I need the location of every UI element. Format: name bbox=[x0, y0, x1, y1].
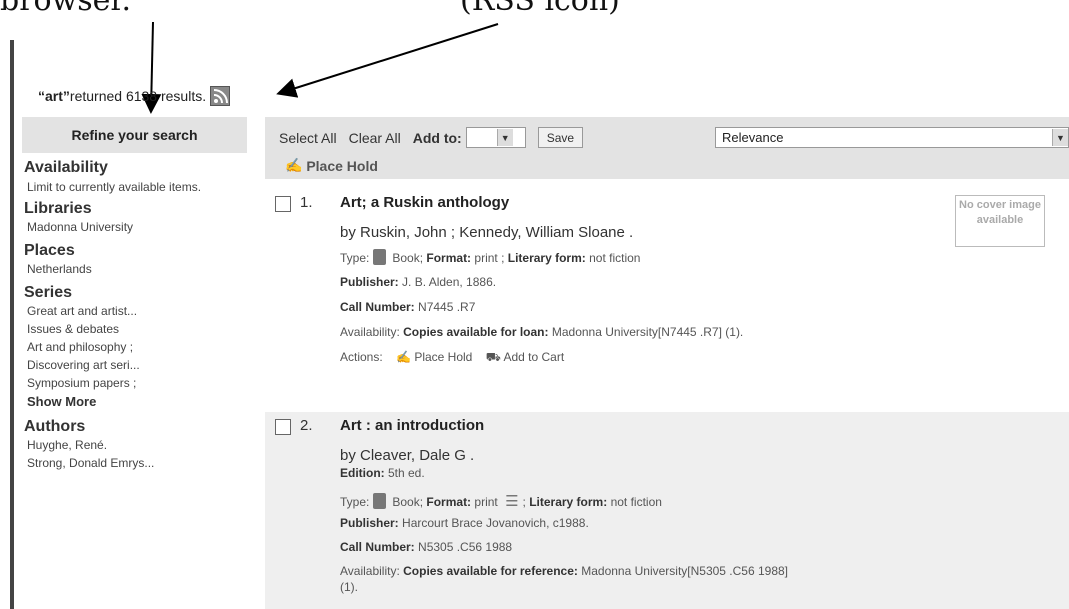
book-icon bbox=[373, 493, 387, 509]
result-title[interactable]: Art : an introduction bbox=[340, 417, 484, 434]
result-number: 1. bbox=[300, 194, 313, 211]
search-query: “art” bbox=[38, 88, 70, 104]
annotation-left-text: browser. bbox=[0, 0, 132, 18]
book-icon bbox=[373, 249, 387, 265]
result-item: 2. Art : an introduction by Cleaver, Dal… bbox=[265, 412, 1069, 609]
result-type-line: Type: Book; Format: print ☰; Literary for… bbox=[340, 493, 662, 510]
facet-item-available[interactable]: Limit to currently available items. bbox=[27, 180, 247, 194]
literary-form-label: Literary form: bbox=[507, 251, 586, 265]
rss-icon[interactable] bbox=[210, 86, 231, 106]
result-author[interactable]: by Cleaver, Dale G . bbox=[340, 447, 474, 464]
literary-form-value: not fiction bbox=[585, 251, 641, 265]
add-to-select[interactable]: ▼ bbox=[465, 127, 526, 148]
facet-item-series[interactable]: Great art and artist... bbox=[27, 302, 247, 320]
sort-select[interactable]: Relevance ▼ bbox=[715, 127, 1069, 148]
facet-title-libraries: Libraries bbox=[24, 200, 92, 217]
place-hold-action[interactable]: ✍ Place Hold bbox=[396, 350, 472, 364]
result-edition: Edition: 5th ed. bbox=[340, 466, 425, 480]
facet-item-place[interactable]: Netherlands bbox=[27, 260, 247, 278]
result-publisher: Publisher: Harcourt Brace Jovanovich, c1… bbox=[340, 516, 589, 530]
select-all-link[interactable]: Select All bbox=[279, 130, 337, 146]
add-to-label: Add to: bbox=[412, 129, 462, 146]
chevron-down-icon: ▼ bbox=[1052, 129, 1068, 146]
facet-item-series[interactable]: Issues & debates bbox=[27, 320, 247, 338]
result-call-number: Call Number: N7445 .R7 bbox=[340, 300, 476, 314]
hold-icon: ✍ bbox=[396, 350, 415, 364]
show-more-link[interactable]: Show More bbox=[27, 392, 247, 412]
result-item: 1. Art; a Ruskin anthology No cover imag… bbox=[265, 189, 1069, 407]
save-button[interactable]: Save bbox=[537, 127, 584, 148]
refine-header: Refine your search bbox=[22, 117, 247, 153]
facet-title-places: Places bbox=[24, 242, 75, 259]
type-label: Type: bbox=[340, 251, 370, 265]
result-title[interactable]: Art; a Ruskin anthology bbox=[340, 194, 509, 211]
toolbar-place-hold-label: Place Hold bbox=[306, 157, 378, 174]
type-value: Book; bbox=[392, 251, 427, 265]
result-type-line: Type: Book; Format: print ; Literary form… bbox=[340, 249, 640, 265]
results-toolbar: Select All Clear All Add to: ▼ Save Rele… bbox=[265, 117, 1069, 179]
toolbar-place-hold[interactable]: ✍ Place Hold bbox=[285, 157, 378, 174]
facet-item-library[interactable]: Madonna University bbox=[27, 218, 247, 236]
result-call-number: Call Number: N5305 .C56 1988 bbox=[340, 540, 513, 554]
sort-value: Relevance bbox=[722, 130, 784, 145]
result-checkbox[interactable] bbox=[275, 196, 291, 212]
format-label: Format: bbox=[426, 251, 472, 265]
result-checkbox[interactable] bbox=[275, 419, 291, 435]
clear-all-link[interactable]: Clear All bbox=[349, 130, 401, 146]
results-count-text: returned 6138 results. bbox=[69, 88, 207, 104]
facet-item-series[interactable]: Symposium papers ; bbox=[27, 374, 247, 392]
facet-item-author[interactable]: Strong, Donald Emrys... bbox=[27, 454, 247, 472]
hold-icon: ✍ bbox=[285, 157, 307, 173]
chevron-down-icon: ▼ bbox=[496, 129, 513, 146]
no-cover-placeholder: No cover image available bbox=[955, 195, 1045, 247]
result-author[interactable]: by Ruskin, John ; Kennedy, William Sloan… bbox=[340, 224, 633, 241]
add-to-cart-action[interactable]: ⛟ Add to Cart bbox=[486, 350, 564, 364]
result-availability: Availability: Copies available for refer… bbox=[340, 564, 789, 578]
facet-title-series: Series bbox=[24, 284, 73, 301]
result-publisher: Publisher: J. B. Alden, 1886. bbox=[340, 275, 497, 289]
result-availability: Availability: Copies available for loan:… bbox=[340, 325, 744, 339]
search-summary: “art” returned 6138 results. bbox=[38, 86, 231, 106]
result-actions: Actions: ✍ Place Hold ⛟ Add to Cart bbox=[340, 350, 565, 364]
refine-sidebar: Refine your search Availability Limit to… bbox=[22, 117, 247, 609]
facet-item-series[interactable]: Art and philosophy ; bbox=[27, 338, 247, 356]
facet-title-availability: Availability bbox=[24, 159, 108, 176]
annotation-right-text: (RSS icon) bbox=[460, 0, 620, 18]
result-availability-count: (1). bbox=[340, 580, 358, 594]
cart-icon: ⛟ bbox=[485, 350, 504, 364]
left-page-border bbox=[10, 40, 14, 609]
facet-title-authors: Authors bbox=[24, 418, 86, 435]
result-number: 2. bbox=[300, 417, 313, 434]
list-icon: ☰ bbox=[505, 493, 519, 510]
format-value: print ; bbox=[471, 251, 508, 265]
facet-item-author[interactable]: Huyghe, René. bbox=[27, 436, 247, 454]
facet-item-series[interactable]: Discovering art seri... bbox=[27, 356, 247, 374]
arrow-to-rss bbox=[276, 23, 499, 98]
